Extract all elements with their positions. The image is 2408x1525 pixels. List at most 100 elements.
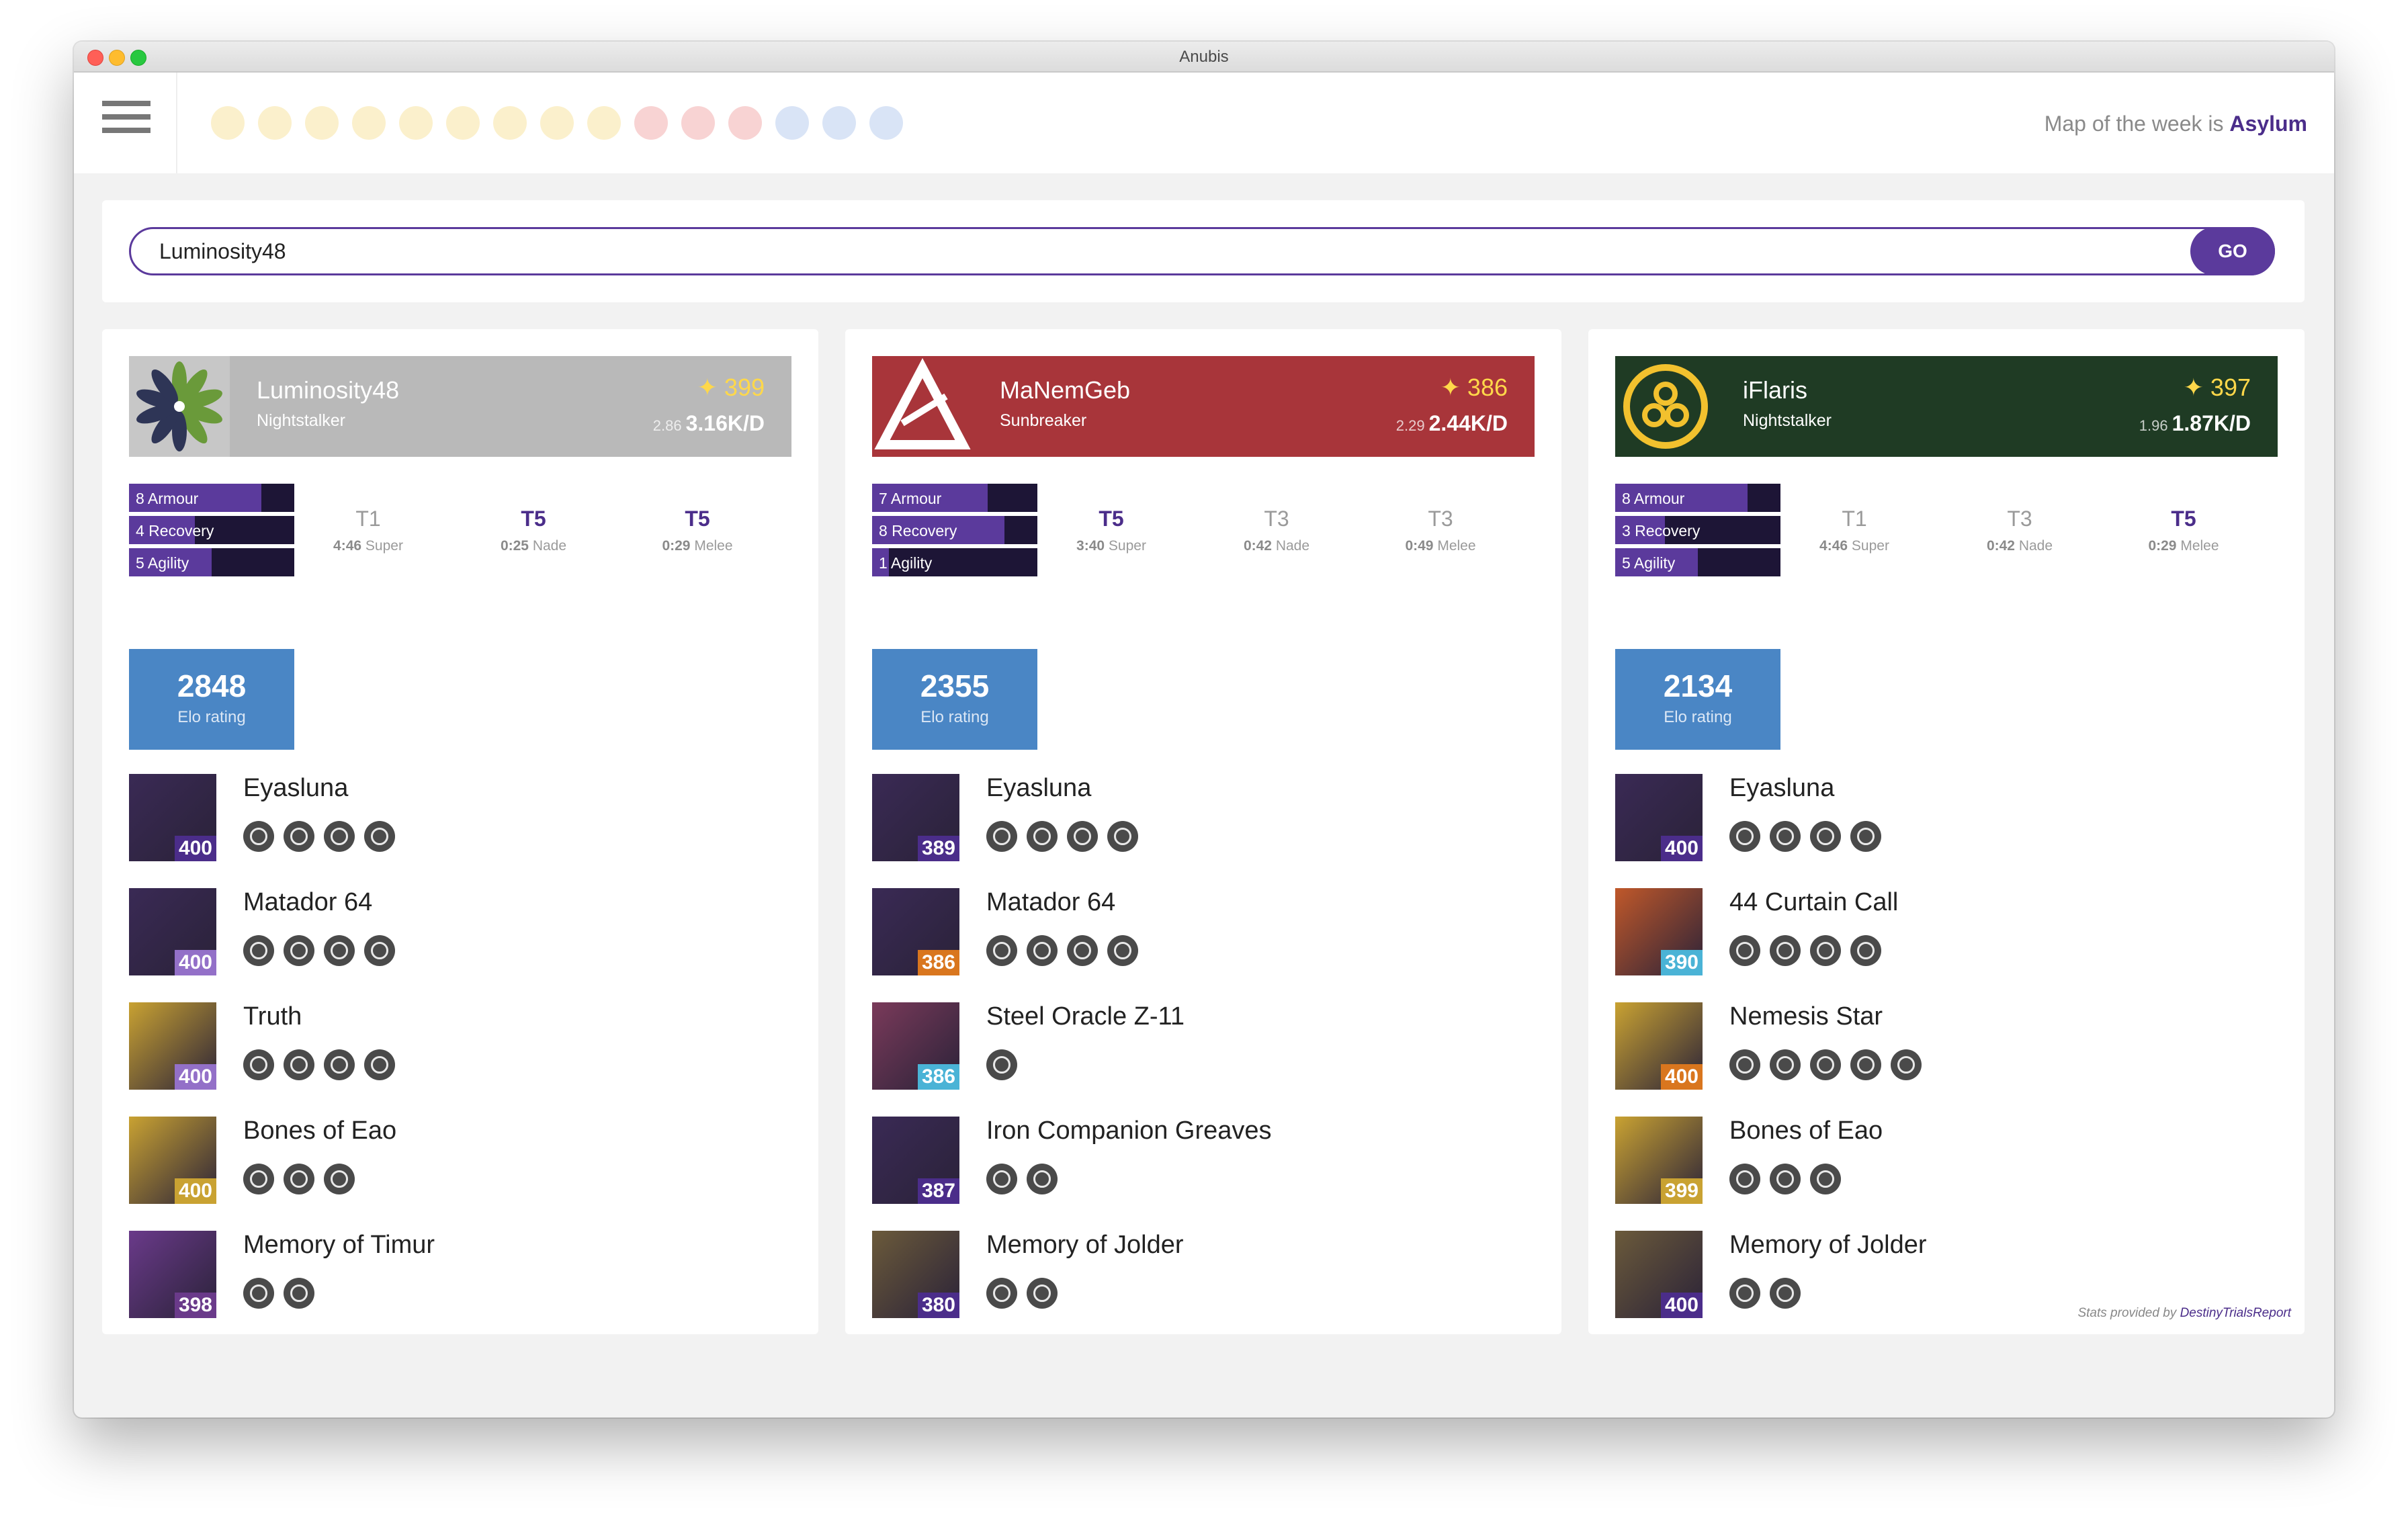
loadout-item[interactable]: 390 44 Curtain Call — [1615, 888, 2278, 979]
perk-icon[interactable] — [986, 1164, 1017, 1194]
loadout-item[interactable]: 380 Memory of Jolder — [872, 1231, 1535, 1322]
perk-icon[interactable] — [1729, 1164, 1760, 1194]
perk-icon[interactable] — [1107, 821, 1138, 852]
perk-icon[interactable] — [364, 821, 395, 852]
perk-icon[interactable] — [1107, 935, 1138, 966]
history-dot[interactable] — [634, 106, 668, 140]
loadout-item[interactable]: 399 Bones of Eao — [1615, 1117, 2278, 1208]
tier-time-value: 4:46 — [1819, 538, 1848, 554]
player-name: MaNemGeb — [1000, 376, 1131, 404]
perk-icon[interactable] — [986, 821, 1017, 852]
history-dot[interactable] — [775, 106, 809, 140]
item-thumbnail: 400 — [1615, 1231, 1703, 1318]
perk-icon[interactable] — [1067, 821, 1098, 852]
perk-icon[interactable] — [1810, 935, 1841, 966]
perk-icon[interactable] — [364, 1049, 395, 1080]
perk-icon[interactable] — [364, 935, 395, 966]
perk-icon[interactable] — [1850, 1049, 1881, 1080]
tier-time: 0:25 Nade — [473, 538, 594, 554]
loadout-item[interactable]: 400 Truth — [129, 1002, 791, 1094]
history-dot[interactable] — [493, 106, 527, 140]
elo-label: Elo rating — [177, 708, 246, 726]
perk-icon[interactable] — [243, 1049, 274, 1080]
item-name: Memory of Timur — [243, 1231, 435, 1259]
player-banner[interactable]: iFlaris Nightstalker ✦ 397 1.96 1.87K/D — [1615, 356, 2278, 457]
perk-icon[interactable] — [1850, 821, 1881, 852]
perk-icon[interactable] — [1850, 935, 1881, 966]
tier-time: 4:46 Super — [308, 538, 429, 554]
perk-icon[interactable] — [324, 821, 355, 852]
perk-list — [986, 1164, 1067, 1194]
history-dot[interactable] — [822, 106, 856, 140]
perk-icon[interactable] — [1027, 1164, 1058, 1194]
go-button[interactable]: GO — [2190, 227, 2275, 275]
search-input[interactable] — [158, 236, 2109, 267]
history-dot[interactable] — [258, 106, 292, 140]
loadout-item[interactable]: 400 Nemesis Star — [1615, 1002, 2278, 1094]
loadout-item[interactable]: 400 Matador 64 — [129, 888, 791, 979]
perk-icon[interactable] — [1729, 1049, 1760, 1080]
history-dot[interactable] — [211, 106, 245, 140]
perk-icon[interactable] — [1067, 935, 1098, 966]
perk-icon[interactable] — [1729, 935, 1760, 966]
perk-icon[interactable] — [1810, 1164, 1841, 1194]
perk-icon[interactable] — [1770, 821, 1801, 852]
history-dot[interactable] — [540, 106, 574, 140]
player-banner[interactable]: MaNemGeb Sunbreaker ✦ 386 2.29 2.44K/D — [872, 356, 1535, 457]
perk-icon[interactable] — [1027, 935, 1058, 966]
history-dot[interactable] — [352, 106, 386, 140]
perk-icon[interactable] — [1729, 1278, 1760, 1309]
loadout-item[interactable]: 400 Bones of Eao — [129, 1117, 791, 1208]
search-panel: GO — [102, 200, 2305, 302]
loadout-item[interactable]: 386 Matador 64 — [872, 888, 1535, 979]
perk-icon[interactable] — [1810, 821, 1841, 852]
perk-icon[interactable] — [1027, 1278, 1058, 1309]
perk-icon[interactable] — [243, 1278, 274, 1309]
loadout-item[interactable]: 400 Eyasluna — [129, 774, 791, 865]
perk-icon[interactable] — [1770, 935, 1801, 966]
history-dot[interactable] — [587, 106, 621, 140]
perk-icon[interactable] — [1810, 1049, 1841, 1080]
perk-icon[interactable] — [1729, 821, 1760, 852]
perk-icon[interactable] — [324, 1049, 355, 1080]
perk-icon[interactable] — [284, 935, 314, 966]
perk-icon[interactable] — [1770, 1278, 1801, 1309]
history-dot[interactable] — [446, 106, 480, 140]
title-bar: Anubis — [74, 42, 2334, 73]
item-power: 400 — [1660, 836, 1703, 861]
perk-icon[interactable] — [243, 935, 274, 966]
perk-icon[interactable] — [284, 1049, 314, 1080]
history-dot[interactable] — [399, 106, 433, 140]
credit-source-link[interactable]: DestinyTrialsReport — [2180, 1306, 2291, 1320]
perk-icon[interactable] — [1770, 1164, 1801, 1194]
player-banner[interactable]: Luminosity48 Nightstalker ✦ 399 2.86 3.16… — [129, 356, 791, 457]
perk-icon[interactable] — [284, 1278, 314, 1309]
perk-icon[interactable] — [324, 935, 355, 966]
perk-icon[interactable] — [986, 935, 1017, 966]
perk-icon[interactable] — [1027, 821, 1058, 852]
history-dot[interactable] — [681, 106, 715, 140]
loadout-item[interactable]: 387 Iron Companion Greaves — [872, 1117, 1535, 1208]
history-dot[interactable] — [869, 106, 903, 140]
item-thumbnail: 399 — [1615, 1117, 1703, 1204]
player-subclass: Nightstalker — [1743, 411, 1832, 430]
tier-kind: Super — [1108, 538, 1146, 554]
light-level: ✦ 386 — [1440, 374, 1508, 401]
perk-icon[interactable] — [284, 821, 314, 852]
history-dot[interactable] — [728, 106, 762, 140]
perk-icon[interactable] — [1891, 1049, 1922, 1080]
tier-time-value: 0:49 — [1405, 538, 1434, 554]
perk-icon[interactable] — [243, 1164, 274, 1194]
perk-icon[interactable] — [284, 1164, 314, 1194]
loadout-item[interactable]: 398 Memory of Timur — [129, 1231, 791, 1322]
perk-icon[interactable] — [243, 821, 274, 852]
perk-icon[interactable] — [324, 1164, 355, 1194]
perk-icon[interactable] — [986, 1278, 1017, 1309]
loadout-item[interactable]: 400 Eyasluna — [1615, 774, 2278, 865]
loadout-item[interactable]: 386 Steel Oracle Z-11 — [872, 1002, 1535, 1094]
history-dot[interactable] — [305, 106, 339, 140]
loadout-item[interactable]: 389 Eyasluna — [872, 774, 1535, 865]
perk-icon[interactable] — [986, 1049, 1017, 1080]
hamburger-menu-icon[interactable] — [74, 73, 177, 173]
perk-icon[interactable] — [1770, 1049, 1801, 1080]
